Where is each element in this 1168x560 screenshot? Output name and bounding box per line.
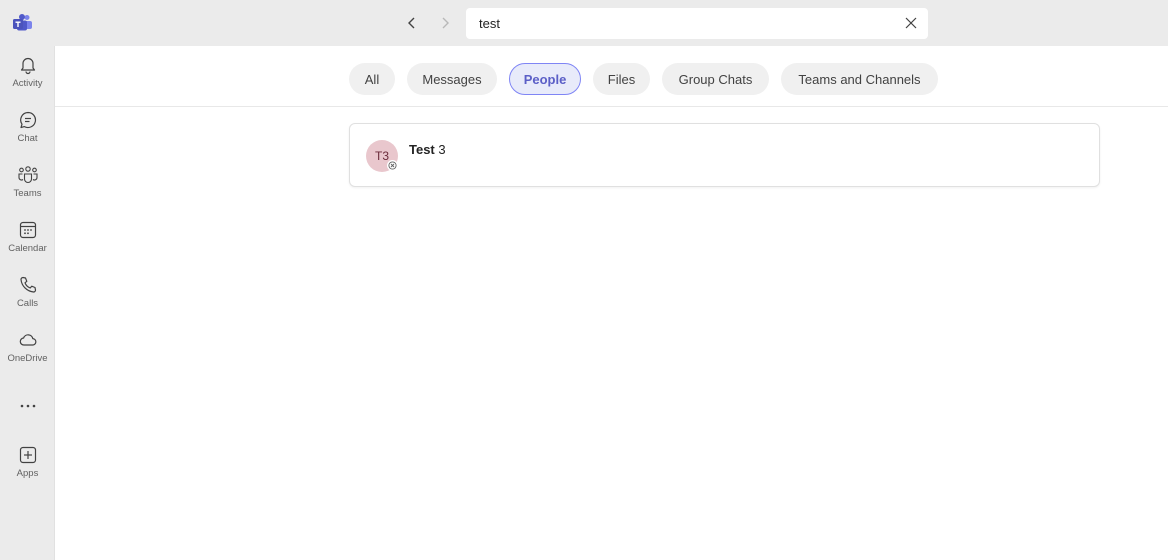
person-result-card[interactable]: T3 Test 3 (349, 123, 1100, 187)
app-rail: Activity Chat Teams Calendar Calls OneDr… (0, 46, 55, 560)
rail-label-calls: Calls (16, 298, 39, 309)
filter-teams-and-channels[interactable]: Teams and Channels (781, 63, 938, 95)
back-button[interactable] (402, 13, 422, 33)
forward-button[interactable] (435, 13, 455, 33)
more-apps-button[interactable] (0, 396, 55, 416)
cloud-icon (17, 329, 39, 351)
search-box (466, 8, 928, 39)
chevron-right-icon (442, 17, 449, 29)
person-name-match: Test (409, 142, 435, 157)
avatar-initials: T3 (374, 149, 389, 163)
rail-label-calendar: Calendar (8, 243, 47, 254)
person-name-rest: 3 (434, 142, 446, 157)
rail-label-onedrive: OneDrive (7, 353, 48, 364)
chevron-left-icon (408, 17, 415, 29)
apps-add-icon (17, 444, 39, 466)
rail-item-calendar[interactable]: Calendar (0, 219, 55, 267)
filter-all[interactable]: All (349, 63, 395, 95)
close-icon (905, 17, 917, 29)
search-input[interactable] (479, 8, 879, 39)
rail-item-chat[interactable]: Chat (0, 109, 55, 157)
bell-icon (17, 54, 39, 76)
rail-label-apps: Apps (16, 468, 39, 479)
calendar-icon (17, 219, 39, 241)
search-filter-bar: All Messages People Files Group Chats Te… (55, 46, 1168, 107)
rail-item-activity[interactable]: Activity (0, 54, 55, 102)
phone-icon (17, 274, 39, 296)
chat-icon (17, 109, 39, 131)
presence-offline-icon (387, 160, 398, 171)
teams-app: Activity Chat (0, 0, 1168, 560)
rail-item-apps[interactable]: Apps (0, 444, 55, 492)
teams-icon (17, 164, 39, 186)
rail-label-chat: Chat (17, 133, 38, 144)
more-icon (20, 404, 35, 408)
filter-people[interactable]: People (509, 63, 581, 95)
clear-search-button[interactable] (903, 15, 919, 31)
filter-files[interactable]: Files (593, 63, 650, 95)
rail-item-onedrive[interactable]: OneDrive (0, 329, 55, 377)
person-name: Test 3 (409, 142, 446, 157)
title-bar (0, 0, 1168, 46)
rail-item-teams[interactable]: Teams (0, 164, 55, 212)
rail-label-teams: Teams (13, 188, 42, 199)
rail-item-calls[interactable]: Calls (0, 274, 55, 322)
filter-group-chats[interactable]: Group Chats (662, 63, 769, 95)
teams-logo-icon (13, 14, 33, 32)
rail-label-activity: Activity (12, 78, 43, 89)
filter-messages[interactable]: Messages (407, 63, 497, 95)
